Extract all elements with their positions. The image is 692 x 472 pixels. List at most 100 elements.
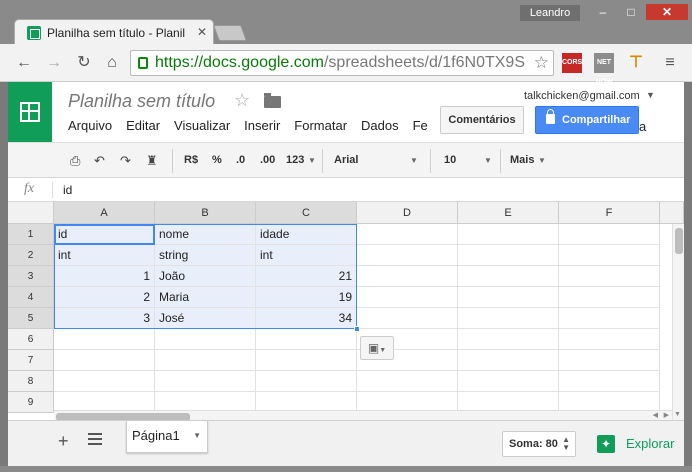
chevron-down-icon[interactable]: ▼ [308,156,316,165]
scroll-left-arrow-icon[interactable]: ◀ [653,411,658,419]
sheet-tab-pagina1[interactable]: Página1 ▼ [126,421,208,453]
menu-inserir[interactable]: Inserir [244,118,280,136]
sum-indicator[interactable]: Soma: 80 ▲ ▼ [502,431,576,457]
cell-c2[interactable]: int [256,245,357,266]
cell-c1[interactable]: idade [256,224,357,245]
column-header-f[interactable]: F [559,202,660,224]
cell-f4[interactable] [559,287,660,308]
row-header[interactable]: 7 [8,350,54,371]
chevron-down-icon[interactable]: ▼ [484,156,492,165]
cell-d8[interactable] [357,371,458,392]
cell-a6[interactable] [54,329,155,350]
menu-arquivo[interactable]: Arquivo [68,118,112,136]
cell-c5[interactable]: 34 [256,308,357,329]
forward-arrow-icon[interactable]: → [44,53,64,73]
paste-options-button[interactable]: ▣▼ [360,336,394,360]
bookmark-star-icon[interactable]: ☆ [534,53,549,73]
cell-d3[interactable] [357,266,458,287]
back-arrow-icon[interactable]: ← [14,53,34,73]
close-tab-icon[interactable]: ✕ [197,25,207,39]
cell-f6[interactable] [559,329,660,350]
cell-f1[interactable] [559,224,660,245]
chevron-down-icon[interactable]: ▼ [410,156,418,165]
url-text[interactable]: https://docs.google.com/spreadsheets/d/1… [155,54,531,72]
net-now-extension-icon[interactable]: NET NOW [594,53,614,86]
number-format-button[interactable]: 123 [286,154,304,166]
row-header[interactable]: 9 [8,392,54,413]
share-button[interactable]: Compartilhar [535,106,639,134]
menu-ajuda-fragment[interactable]: a [639,119,646,134]
menu-ferramentas[interactable]: Fe [413,118,428,136]
more-button[interactable]: Mais [510,154,534,166]
row-header[interactable]: 2 [8,245,54,266]
folder-icon[interactable] [264,93,281,108]
menu-dados[interactable]: Dados [361,118,399,136]
cell-c7[interactable] [256,350,357,371]
chrome-menu-icon[interactable]: ≡ [660,53,680,73]
explore-button[interactable]: ✦ Explorar [586,431,684,457]
maximize-button[interactable]: □ [618,4,644,20]
add-sheet-button[interactable]: + [58,431,69,452]
print-icon[interactable]: ⎙ [70,153,80,169]
cell-b1[interactable]: nome [155,224,256,245]
cell-b4[interactable]: Maria [155,287,256,308]
cell-d5[interactable] [357,308,458,329]
select-all-corner[interactable] [8,202,54,224]
scroll-right-arrow-icon[interactable]: ▶ [664,411,669,419]
row-header[interactable]: 1 [8,224,54,245]
cell-e6[interactable] [458,329,559,350]
cell-f7[interactable] [559,350,660,371]
cell-a4[interactable]: 2 [54,287,155,308]
cell-f5[interactable] [559,308,660,329]
cell-a7[interactable] [54,350,155,371]
cell-e2[interactable] [458,245,559,266]
vertical-scrollbar[interactable]: ▼ [672,224,684,420]
reload-icon[interactable]: ↻ [74,53,94,73]
cell-b2[interactable]: string [155,245,256,266]
cell-b5[interactable]: José [155,308,256,329]
row-header[interactable]: 5 [8,308,54,329]
cell-f2[interactable] [559,245,660,266]
paint-format-icon[interactable]: ♜ [146,153,158,169]
fill-handle[interactable] [354,326,360,332]
account-caret-icon[interactable]: ▼ [646,90,655,100]
cell-e1[interactable] [458,224,559,245]
cell-d4[interactable] [357,287,458,308]
cell-e7[interactable] [458,350,559,371]
star-icon[interactable]: ☆ [234,90,250,111]
chevron-down-icon[interactable]: ▼ [193,432,201,440]
address-bar[interactable]: https://docs.google.com/spreadsheets/d/1… [130,50,554,76]
home-icon[interactable]: ⌂ [102,53,122,73]
cell-f3[interactable] [559,266,660,287]
cell-c3[interactable]: 21 [256,266,357,287]
column-header-c[interactable]: C [256,202,357,224]
column-header-e[interactable]: E [458,202,559,224]
cell-f8[interactable] [559,371,660,392]
doc-title[interactable]: Planilha sem título [68,91,215,112]
profile-name[interactable]: Leandro [520,5,580,21]
browser-tab[interactable]: Planilha sem título - Planil ✕ [14,19,214,45]
ruler-extension-icon[interactable]: ⊤ [626,53,646,73]
cell-e3[interactable] [458,266,559,287]
column-header-g[interactable] [660,202,684,224]
cell-d2[interactable] [357,245,458,266]
scroll-down-arrow-icon[interactable]: ▼ [674,411,681,418]
chevron-down-icon[interactable]: ▼ [538,156,546,165]
menu-formatar[interactable]: Formatar [294,118,347,136]
currency-format-button[interactable]: R$ [184,154,198,166]
cell-a2[interactable]: int [54,245,155,266]
column-header-d[interactable]: D [357,202,458,224]
percent-format-button[interactable]: % [212,154,222,166]
cell-c8[interactable] [256,371,357,392]
new-tab-button[interactable] [213,25,247,41]
sheets-logo-icon[interactable] [8,82,52,142]
vertical-scroll-thumb[interactable] [675,228,683,254]
cell-a1[interactable]: id [54,224,155,245]
formula-input[interactable]: id [63,183,72,197]
cell-b6[interactable] [155,329,256,350]
menu-visualizar[interactable]: Visualizar [174,118,230,136]
cors-extension-icon[interactable]: CORS [562,53,582,73]
cell-b8[interactable] [155,371,256,392]
cell-a8[interactable] [54,371,155,392]
comments-button[interactable]: Comentários [440,106,524,134]
